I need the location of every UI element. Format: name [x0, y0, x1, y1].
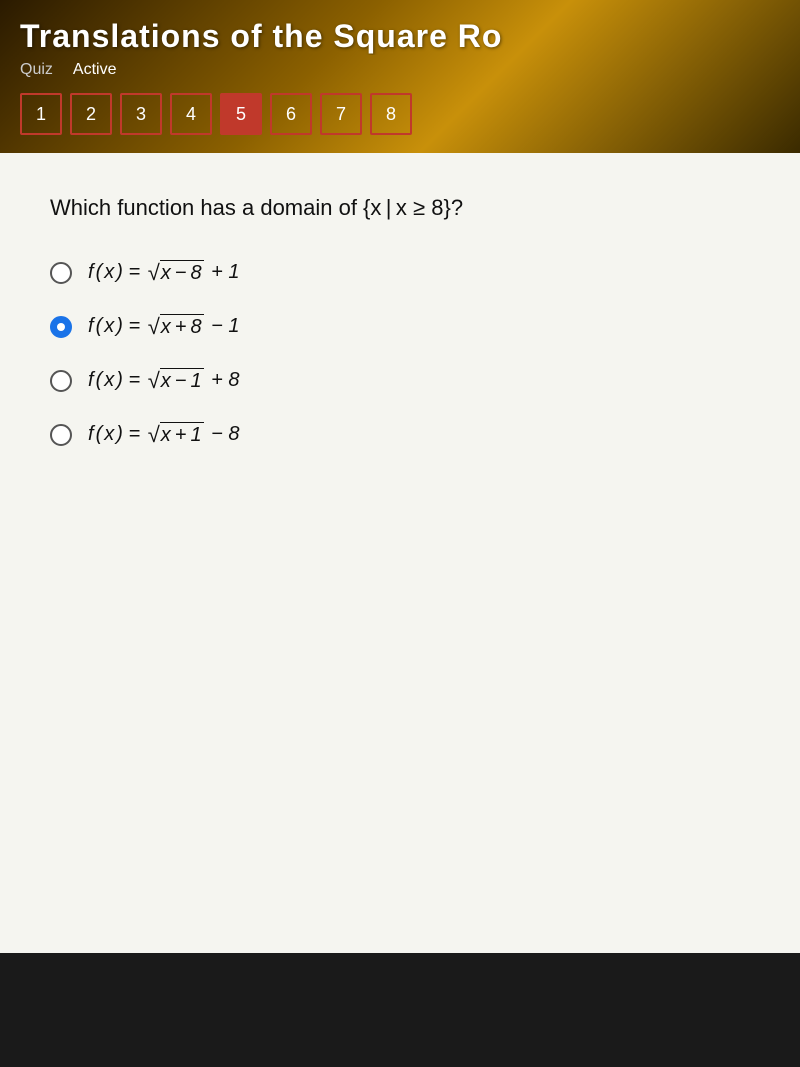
question-text: Which function has a domain of {x | x ≥ … — [50, 193, 750, 224]
option-a-label: f(x) = √x − 8 + 1 — [88, 260, 240, 286]
option-c-label: f(x) = √x − 1 + 8 — [88, 368, 240, 394]
radio-b[interactable] — [50, 316, 72, 338]
quiz-label: Quiz — [20, 61, 53, 79]
nav-btn-7[interactable]: 7 — [320, 93, 362, 135]
options-list: f(x) = √x − 8 + 1 f(x) = √x + 8 — [50, 260, 750, 448]
nav-btn-4[interactable]: 4 — [170, 93, 212, 135]
option-b[interactable]: f(x) = √x + 8 − 1 — [50, 314, 750, 340]
radio-c[interactable] — [50, 370, 72, 392]
nav-btn-3[interactable]: 3 — [120, 93, 162, 135]
page-title: Translations of the Square Ro — [20, 18, 780, 55]
nav-btn-1[interactable]: 1 — [20, 93, 62, 135]
nav-btn-2[interactable]: 2 — [70, 93, 112, 135]
radio-b-inner — [57, 323, 65, 331]
option-c[interactable]: f(x) = √x − 1 + 8 — [50, 368, 750, 394]
option-b-label: f(x) = √x + 8 − 1 — [88, 314, 240, 340]
nav-btn-8[interactable]: 8 — [370, 93, 412, 135]
active-label: Active — [73, 61, 117, 79]
option-a[interactable]: f(x) = √x − 8 + 1 — [50, 260, 750, 286]
option-d-label: f(x) = √x + 1 − 8 — [88, 422, 240, 448]
nav-btn-5[interactable]: 5 — [220, 93, 262, 135]
nav-btn-6[interactable]: 6 — [270, 93, 312, 135]
header: Translations of the Square Ro Quiz Activ… — [0, 0, 800, 153]
radio-d[interactable] — [50, 424, 72, 446]
option-d[interactable]: f(x) = √x + 1 − 8 — [50, 422, 750, 448]
radio-a[interactable] — [50, 262, 72, 284]
header-subtitle: Quiz Active — [20, 61, 780, 79]
question-nav: 1 2 3 4 5 6 7 8 — [20, 93, 780, 143]
main-content: Which function has a domain of {x | x ≥ … — [0, 153, 800, 953]
